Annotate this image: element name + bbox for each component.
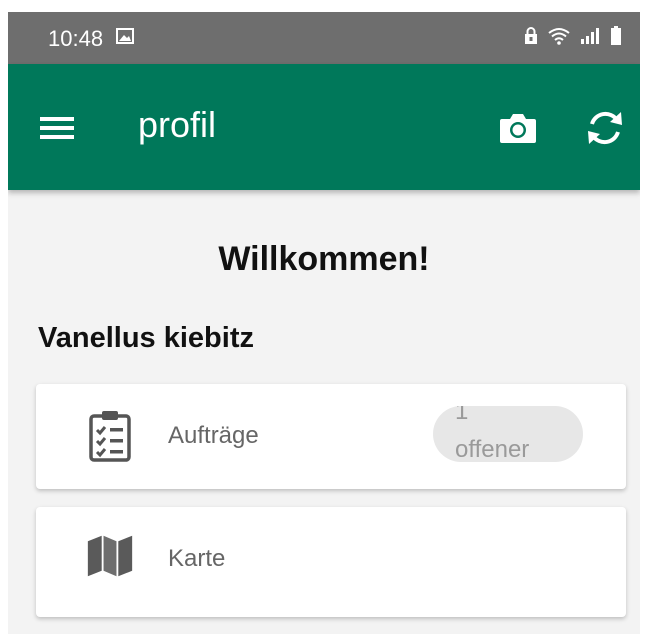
open-orders-text: offener (455, 436, 530, 462)
app-screen: 10:48 profil Willkommen! Vanellus kiebit… (8, 12, 640, 634)
open-orders-count: 1 (455, 406, 469, 425)
map-card[interactable]: Karte (36, 507, 626, 617)
signal-icon (581, 28, 599, 44)
page-title: profil (138, 104, 217, 145)
user-name: Vanellus kiebitz (38, 322, 254, 354)
clipboard-checklist-icon (89, 411, 131, 462)
menu-icon[interactable] (40, 114, 74, 142)
app-bar: profil (8, 64, 640, 190)
welcome-heading: Willkommen! (218, 240, 430, 278)
map-label: Karte (168, 545, 226, 572)
open-orders-badge: 1 offener (433, 406, 583, 462)
wifi-icon (548, 28, 570, 45)
battery-icon (611, 26, 621, 45)
status-bar: 10:48 (8, 12, 640, 64)
sync-icon[interactable] (583, 106, 627, 150)
map-icon (87, 535, 133, 577)
image-icon (116, 28, 134, 44)
orders-label: Aufträge (168, 422, 259, 449)
camera-icon[interactable] (498, 110, 538, 146)
lock-icon (525, 27, 537, 44)
status-time: 10:48 (48, 26, 104, 51)
orders-card[interactable]: Aufträge 1 offener (36, 384, 626, 489)
